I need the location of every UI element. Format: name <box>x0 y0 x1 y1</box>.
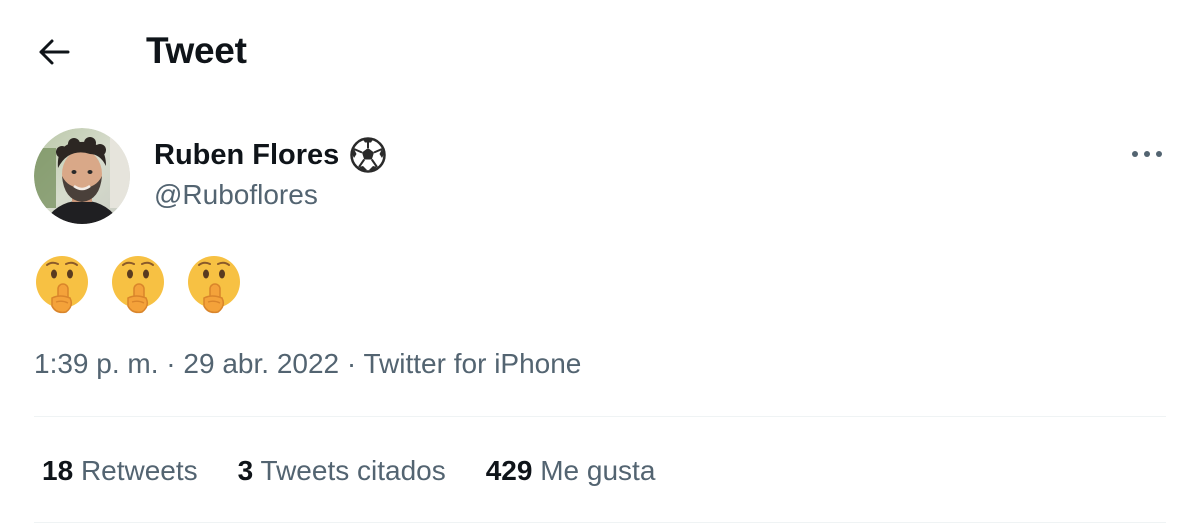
meta-separator: · <box>158 348 184 379</box>
shushing-face-emoji <box>188 256 240 314</box>
tweet-text <box>34 254 242 314</box>
more-options-button[interactable] <box>1120 132 1174 176</box>
likes-stat[interactable]: 429 Me gusta <box>486 450 656 492</box>
stat-label: Retweets <box>80 455 198 486</box>
page-title: Tweet <box>146 30 247 71</box>
author-display-name: Ruben Flores <box>154 139 340 171</box>
divider <box>34 522 1166 523</box>
author-handle[interactable]: @Ruboflores <box>154 176 318 214</box>
stat-label: Me gusta <box>540 455 656 486</box>
meta-separator: · <box>339 348 364 379</box>
soccer-ball-icon <box>349 136 387 174</box>
stat-count: 18 <box>42 455 74 486</box>
back-button[interactable] <box>28 28 80 76</box>
author-name[interactable]: Ruben Flores <box>154 134 387 176</box>
tweet-page: Tweet Ruben Flores @Ruboflores 1:39 p. m… <box>0 0 1200 532</box>
tweet-meta: 1:39 p. m. · 29 abr. 2022 · Twitter for … <box>34 344 581 384</box>
tweet-stats: 18 Retweets 3 Tweets citados 429 Me gust… <box>42 450 655 492</box>
arrow-left-icon <box>39 39 70 65</box>
tweet-time[interactable]: 1:39 p. m. <box>34 348 159 379</box>
divider <box>34 416 1166 417</box>
avatar[interactable] <box>34 128 130 224</box>
quote-tweets-stat[interactable]: 3 Tweets citados <box>238 450 446 492</box>
stat-count: 3 <box>237 455 254 486</box>
avatar-photo <box>34 128 130 224</box>
tweet-source[interactable]: Twitter for iPhone <box>364 348 582 379</box>
stat-label: Tweets citados <box>260 455 446 486</box>
tweet-date[interactable]: 29 abr. 2022 <box>183 348 339 379</box>
retweets-stat[interactable]: 18 Retweets <box>42 450 198 492</box>
page-header: Tweet <box>0 0 1200 100</box>
shushing-face-emoji <box>36 256 88 314</box>
stat-count: 429 <box>485 455 533 486</box>
shushing-face-emoji <box>112 256 164 314</box>
more-horizontal-icon <box>1132 151 1162 157</box>
